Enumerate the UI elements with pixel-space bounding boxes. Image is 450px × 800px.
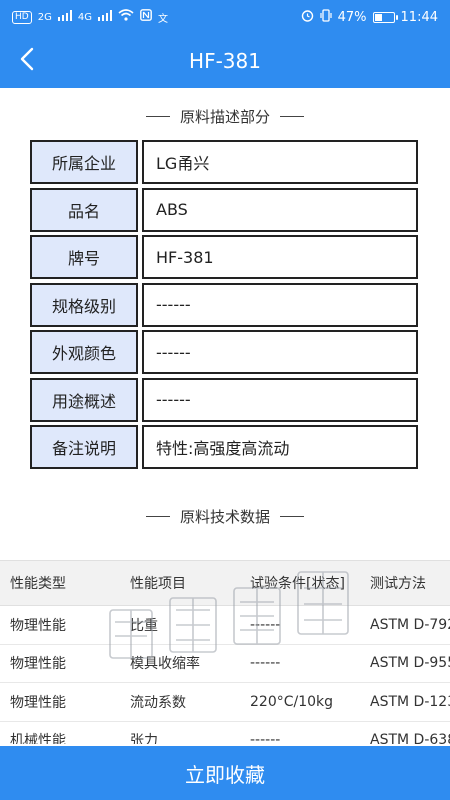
desc-row-company: 所属企业 LG甬兴: [30, 140, 418, 184]
table-cell: 物理性能: [10, 694, 66, 711]
clock: 11:44: [400, 9, 438, 25]
table-cell: 流动系数: [130, 694, 186, 711]
table-cell: ------: [250, 732, 281, 744]
desc-row-grade: 牌号 HF-381: [30, 235, 418, 279]
table-row: 物理性能 模具收缩率 ------ ASTM D-955: [0, 645, 450, 683]
status-bar: HD 2G 4G 文 47% 11:44: [0, 0, 450, 34]
table-cell: 机械性能: [10, 733, 66, 744]
desc-value: ------: [142, 377, 418, 422]
desc-row-usage: 用途概述 ------: [30, 377, 418, 422]
table-cell: ------: [250, 655, 281, 672]
alarm-icon: [301, 9, 314, 26]
table-cell: ASTM D-955: [370, 655, 450, 672]
table-cell: 张力: [130, 733, 158, 744]
top-nav-bar: HF-381: [0, 34, 450, 88]
signal-icon-2: [97, 9, 112, 25]
desc-row-product-name: 品名 ABS: [30, 187, 418, 232]
table-header: 性能类型 性能项目 试验条件[状态] 测试方法: [0, 560, 450, 606]
desc-label: 规格级别: [30, 282, 138, 327]
page-title: HF-381: [189, 49, 261, 73]
table-row: 物理性能 比重 ------ ASTM D-792: [0, 606, 450, 645]
nfc-icon: [140, 9, 152, 25]
desc-label: 所属企业: [30, 140, 138, 184]
table-row: 物理性能 流动系数 220°C/10kg ASTM D-1238: [0, 683, 450, 722]
desc-value: ------: [142, 330, 418, 374]
divider: [280, 516, 304, 517]
battery-percent: 47%: [337, 9, 367, 25]
desc-row-remarks: 备注说明 特性:高强度高流动: [30, 425, 418, 469]
table-cell: ASTM D-792: [370, 616, 450, 633]
header-cell: 测试方法: [370, 576, 426, 592]
desc-label: 备注说明: [30, 425, 138, 469]
network-4g: 4G: [77, 11, 92, 23]
table-cell: 物理性能: [10, 656, 66, 673]
network-2g: 2G: [37, 11, 52, 23]
vibrate-icon: [320, 8, 332, 26]
divider: [145, 516, 170, 517]
tech-section-header: 原料技术数据: [0, 506, 450, 527]
desc-row-color: 外观颜色 ------: [30, 330, 418, 374]
desc-value: ABS: [142, 187, 418, 232]
hd-badge: HD: [12, 10, 32, 24]
wifi-icon: [118, 9, 134, 25]
tech-section-title: 原料技术数据: [179, 508, 270, 526]
table-cell: 模具收缩率: [130, 656, 200, 673]
table-cell: 比重: [130, 617, 158, 634]
description-grid: 所属企业 LG甬兴 品名 ABS 牌号 HF-381 规格级别 ------ 外…: [30, 140, 418, 473]
table-cell: ASTM D-638: [370, 732, 450, 744]
desc-label: 用途概述: [30, 377, 138, 422]
description-section-header: 原料描述部分: [0, 106, 450, 127]
signal-icon: [57, 9, 72, 25]
app-notification-icon: 文: [157, 13, 168, 25]
table-cell: ------: [250, 616, 281, 633]
description-section-title: 原料描述部分: [179, 108, 270, 126]
table-row: 机械性能 张力 ------ ASTM D-638: [0, 722, 450, 744]
desc-label: 外观颜色: [30, 330, 138, 374]
table-cell: 物理性能: [10, 617, 66, 634]
desc-value: ------: [142, 282, 418, 327]
divider: [145, 116, 170, 117]
tech-data-table[interactable]: 性能类型 性能项目 试验条件[状态] 测试方法 物理性能 比重 ------ A…: [0, 560, 450, 744]
header-cell: 性能项目: [130, 576, 186, 592]
desc-label: 牌号: [30, 235, 138, 279]
desc-label: 品名: [30, 187, 138, 232]
desc-value: HF-381: [142, 235, 418, 279]
header-cell: 性能类型: [10, 576, 66, 592]
desc-value: 特性:高强度高流动: [142, 425, 418, 469]
header-cell: 试验条件[状态]: [250, 576, 345, 592]
desc-row-spec: 规格级别 ------: [30, 282, 418, 327]
desc-value: LG甬兴: [142, 140, 418, 184]
favorite-button[interactable]: 立即收藏: [0, 746, 450, 800]
battery-icon: [372, 11, 398, 23]
divider: [280, 116, 304, 117]
table-cell: ASTM D-1238: [370, 693, 450, 710]
table-cell: 220°C/10kg: [250, 693, 334, 710]
